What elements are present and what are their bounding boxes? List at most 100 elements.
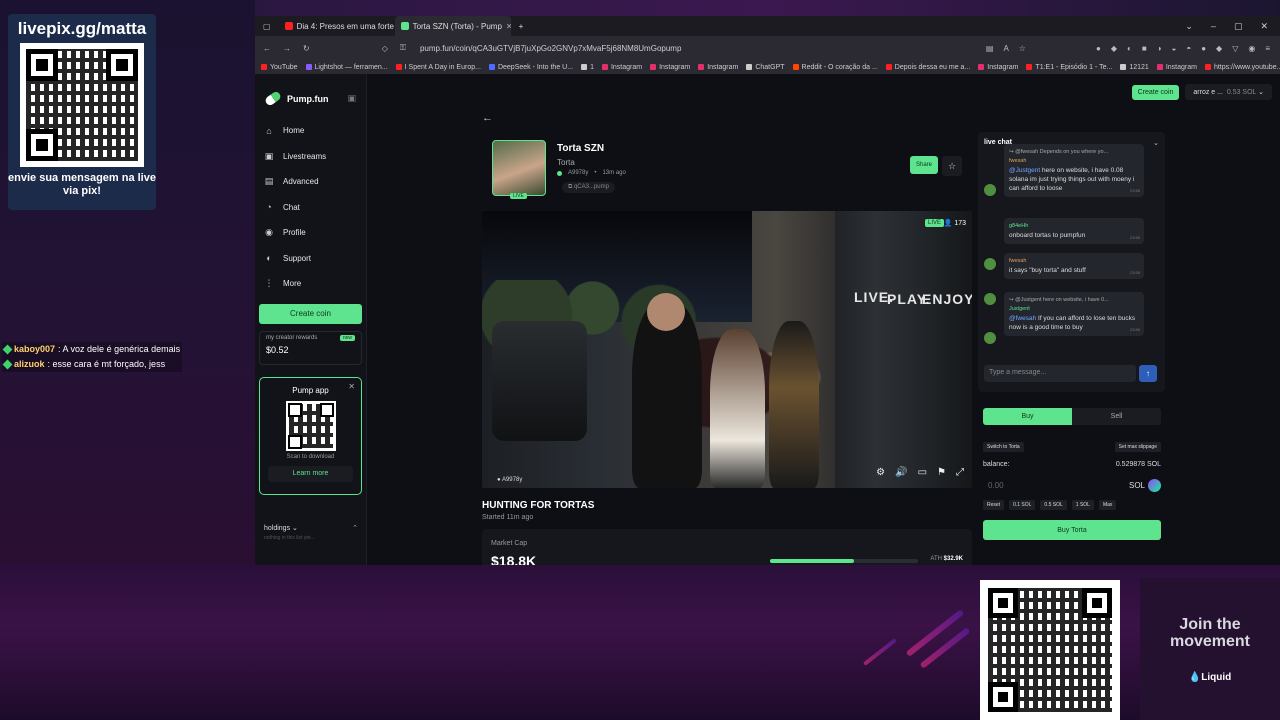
chat-username[interactable]: fwesah bbox=[1009, 257, 1139, 266]
bookmark-item[interactable]: Instagram bbox=[1156, 64, 1197, 71]
bookmark-item[interactable]: Depois dessa eu me a... bbox=[885, 64, 970, 71]
extension-icon[interactable]: ◐ bbox=[1127, 44, 1132, 53]
amount-input[interactable]: 0.00 SOL bbox=[983, 477, 1161, 494]
bookmark-item[interactable]: https://www.youtube... bbox=[1204, 64, 1280, 71]
collapse-sidebar-icon[interactable]: ▣ bbox=[347, 93, 356, 104]
bookmark-item[interactable]: T1:E1 - Episódio 1 - Te... bbox=[1026, 64, 1112, 71]
extension-icon[interactable]: ● bbox=[1096, 44, 1101, 53]
fullscreen-icon[interactable]: ⤢ bbox=[956, 467, 964, 478]
chat-username[interactable]: fwesah bbox=[1009, 157, 1139, 166]
wallet-button[interactable]: arroz e ... 0.53 SOL ⌄ bbox=[1185, 84, 1272, 100]
browser-tab-active[interactable]: Torta SZN (Torta) - Pump ✕ bbox=[394, 16, 511, 36]
bookmark-item[interactable]: Instagram bbox=[601, 64, 642, 71]
person-head bbox=[647, 293, 685, 331]
max-slippage-button[interactable]: Set max slippage bbox=[1114, 442, 1161, 452]
quick-amount-button[interactable]: 0.1 SOL bbox=[1009, 500, 1036, 510]
site-info-icon[interactable]: ⚿ bbox=[400, 43, 406, 53]
favorite-star-icon[interactable]: ☆ bbox=[942, 156, 962, 176]
close-window-icon[interactable]: ✕ bbox=[1260, 21, 1268, 32]
extension-icon[interactable]: ◉ bbox=[1248, 44, 1255, 53]
bookmark-item[interactable]: Reddit - O coração da ... bbox=[792, 64, 878, 71]
reload-icon[interactable]: ↻ bbox=[303, 44, 310, 53]
advanced-icon: ▤ bbox=[264, 176, 274, 187]
extension-icon[interactable]: ◆ bbox=[1216, 44, 1222, 53]
bookmark-item[interactable]: 12121 bbox=[1120, 64, 1149, 71]
chevron-up-icon[interactable]: ⌃ bbox=[352, 524, 358, 532]
back-icon[interactable]: ← bbox=[263, 44, 271, 53]
brand-logo[interactable]: Pump.fun ▣ bbox=[255, 74, 366, 107]
forward-icon[interactable]: → bbox=[283, 44, 291, 53]
mention[interactable]: @fwesah bbox=[1009, 315, 1036, 322]
learn-more-button[interactable]: Learn more bbox=[268, 465, 353, 482]
extension-icon[interactable]: ■ bbox=[1142, 44, 1147, 53]
translate-icon[interactable]: A bbox=[1003, 44, 1008, 53]
chevron-down-icon: ⌄ bbox=[292, 525, 298, 532]
browser-tab[interactable]: Dia 4: Presos em uma forte ten ✕ bbox=[279, 16, 395, 36]
switch-token-button[interactable]: Switch to Torta bbox=[983, 442, 1024, 452]
bookmark-star-icon[interactable]: ☆ bbox=[1019, 44, 1026, 53]
quick-amount-button[interactable]: Reset bbox=[983, 500, 1005, 510]
holdings-toggle[interactable]: holdings ⌄ bbox=[264, 525, 298, 532]
reader-icon[interactable]: ▤ bbox=[986, 44, 994, 53]
bookmark-item[interactable]: YouTube bbox=[261, 64, 298, 71]
sidebar-item-profile[interactable]: ◉ Profile bbox=[255, 220, 366, 246]
bookmark-item[interactable]: Instagram bbox=[650, 64, 690, 71]
ath-progress-bar bbox=[770, 559, 918, 563]
share-button[interactable]: Share bbox=[910, 156, 939, 174]
menu-icon[interactable]: ≡ bbox=[1265, 44, 1270, 53]
chat-username[interactable]: g84eHh bbox=[1009, 222, 1139, 231]
tab-overview-icon[interactable]: ▢ bbox=[255, 22, 279, 31]
livestream-video[interactable]: LIVE. PLAY. ENJOY. LIVE 👤 173 ● A9978y ⚙… bbox=[482, 211, 972, 488]
maximize-icon[interactable]: ▢ bbox=[1234, 21, 1243, 32]
chat-username[interactable]: Justgent bbox=[1009, 305, 1139, 314]
mention[interactable]: @Justgent bbox=[1009, 167, 1040, 174]
extension-icon[interactable]: ● bbox=[1201, 44, 1206, 53]
create-coin-button[interactable]: Create coin bbox=[259, 303, 362, 324]
contract-address[interactable]: ⧉ qCA3...pump bbox=[562, 182, 615, 193]
quick-amount-button[interactable]: 1 SOL bbox=[1071, 500, 1094, 510]
quick-amount-button[interactable]: 0.5 SOL bbox=[1040, 500, 1067, 510]
creator-rewards-card[interactable]: my creator rewards $0.52 new bbox=[259, 330, 362, 365]
volume-icon[interactable]: 🔊 bbox=[895, 467, 907, 478]
bookmark-item[interactable]: 1 bbox=[581, 64, 594, 71]
create-coin-header-button[interactable]: Create coin bbox=[1131, 84, 1180, 100]
bookmark-item[interactable]: Instagram bbox=[698, 64, 738, 71]
video-storefront bbox=[834, 211, 972, 488]
chat-input[interactable]: Type a message... bbox=[984, 365, 1136, 382]
new-tab-icon[interactable]: + bbox=[511, 22, 532, 31]
bookmark-item[interactable]: ChatGPT bbox=[746, 64, 785, 71]
tab-buy[interactable]: Buy bbox=[983, 408, 1072, 425]
shield-icon[interactable]: ◇ bbox=[382, 44, 388, 53]
buy-torta-button[interactable]: Buy Torta bbox=[983, 520, 1161, 540]
back-arrow-icon[interactable]: ← bbox=[482, 112, 493, 124]
extension-icon[interactable]: ▽ bbox=[1232, 44, 1238, 53]
bookmark-item[interactable]: DeepSeek - Into the U... bbox=[488, 64, 573, 71]
bookmark-item[interactable]: I Spent A Day in Europ... bbox=[395, 64, 481, 71]
theater-icon[interactable]: ▭ bbox=[918, 467, 927, 478]
bookmark-item[interactable]: Instagram bbox=[978, 64, 1018, 71]
extension-icon[interactable]: ◑ bbox=[1157, 44, 1162, 53]
bookmark-item[interactable]: Lightshot — ferramen... bbox=[305, 64, 388, 71]
tab-list-icon[interactable]: ⌄ bbox=[1185, 21, 1193, 32]
sidebar-item-home[interactable]: ⌂ Home bbox=[255, 118, 366, 144]
creator-name[interactable]: A9978y bbox=[568, 170, 588, 176]
extension-icon[interactable]: ◒ bbox=[1172, 44, 1177, 53]
send-icon[interactable]: ↑ bbox=[1139, 365, 1157, 382]
sidebar-item-label: Profile bbox=[283, 228, 306, 238]
sidebar-item-advanced[interactable]: ▤ Advanced bbox=[255, 169, 366, 195]
report-flag-icon[interactable]: ⚑ bbox=[937, 467, 946, 478]
extension-icon[interactable]: ◓ bbox=[1186, 44, 1191, 53]
chat-user: alizuok bbox=[14, 359, 45, 369]
sidebar-item-more[interactable]: ⋮ More bbox=[255, 271, 366, 297]
close-icon[interactable]: ✕ bbox=[348, 382, 355, 391]
sidebar-item-support[interactable]: ◐ Support bbox=[255, 246, 366, 272]
extension-icon[interactable]: ◆ bbox=[1111, 44, 1117, 53]
chevron-down-icon[interactable]: ⌄ bbox=[1153, 139, 1159, 147]
settings-icon[interactable]: ⚙ bbox=[876, 467, 885, 478]
sidebar-item-livestreams[interactable]: ▣ Livestreams bbox=[255, 144, 366, 170]
quick-amount-button[interactable]: Max bbox=[1098, 500, 1117, 510]
sidebar-item-chat[interactable]: ◔ Chat bbox=[255, 195, 366, 221]
url-field[interactable]: pump.fun/coin/qCA3uGTVjB7juXpGo2GNVp7xMv… bbox=[420, 44, 681, 53]
tab-sell[interactable]: Sell bbox=[1072, 408, 1161, 425]
minimize-icon[interactable]: – bbox=[1211, 21, 1216, 32]
